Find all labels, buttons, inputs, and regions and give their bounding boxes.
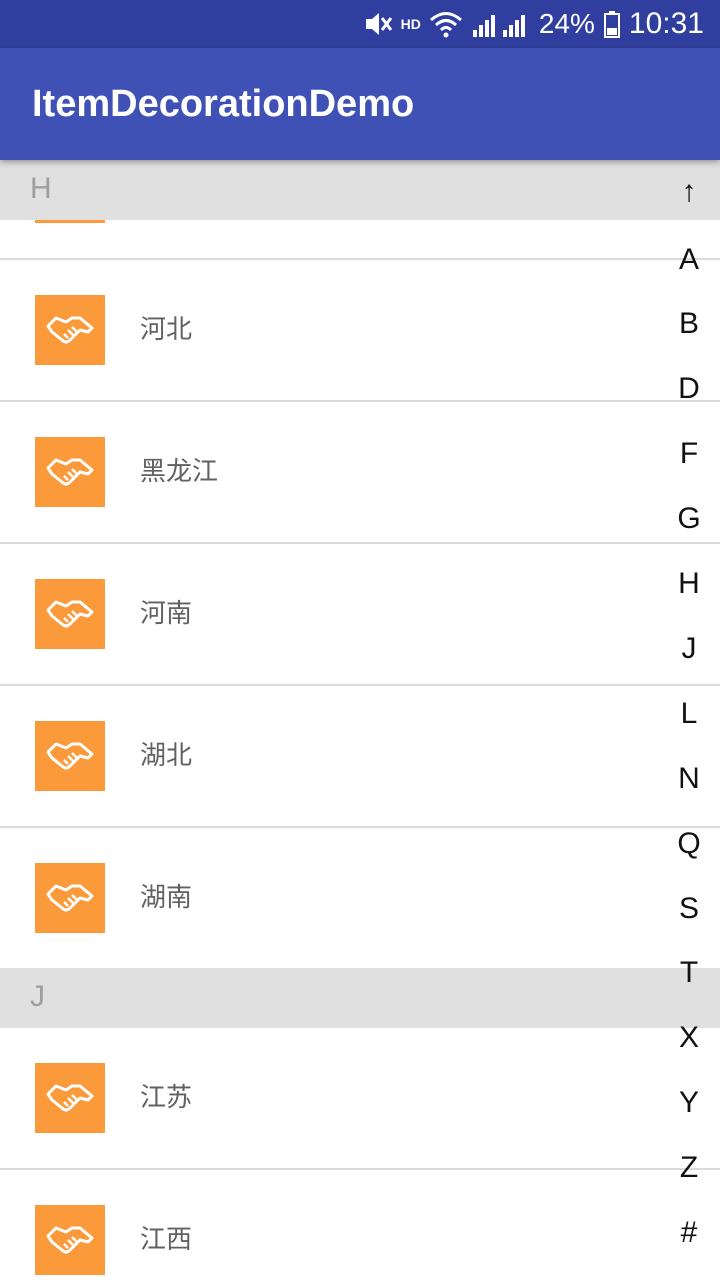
index-letter-z[interactable]: Z (672, 1150, 706, 1186)
province-name: 湖北 (140, 741, 193, 771)
section-letter: H (30, 172, 52, 205)
index-hash[interactable]: # (672, 1215, 706, 1251)
mute-icon (365, 13, 392, 35)
handshake-icon (35, 863, 105, 933)
section-letter: J (30, 980, 45, 1013)
battery-icon (603, 11, 620, 38)
index-letter-x[interactable]: X (672, 1020, 706, 1056)
index-letter-d[interactable]: D (672, 371, 706, 407)
index-up-arrow[interactable]: ↑ (672, 174, 706, 210)
list-item[interactable]: 湖南 (0, 828, 720, 970)
province-name: 河北 (140, 315, 193, 345)
wifi-icon (429, 12, 462, 38)
app-bar: ItemDecorationDemo (0, 48, 720, 160)
list-item[interactable]: 黑龙江 (0, 402, 720, 544)
index-letter-s[interactable]: S (672, 891, 706, 927)
province-name: 黑龙江 (140, 457, 219, 487)
index-letter-h[interactable]: H (672, 566, 706, 602)
handshake-icon (35, 721, 105, 791)
handshake-icon (35, 1063, 105, 1133)
index-letter-l[interactable]: L (672, 696, 706, 732)
status-icons: HD 24% 10:31 (363, 0, 704, 48)
handshake-icon (35, 1205, 105, 1275)
app-title: ItemDecorationDemo (32, 83, 415, 125)
index-letter-j[interactable]: J (672, 631, 706, 667)
index-letter-n[interactable]: N (672, 761, 706, 797)
list-item[interactable]: 湖北 (0, 686, 720, 828)
status-bar: HD 24% 10:31 (0, 0, 720, 48)
handshake-icon (35, 579, 105, 649)
battery-percent: 24% (538, 8, 595, 39)
province-name: 江苏 (140, 1083, 193, 1113)
handshake-icon (35, 437, 105, 507)
index-letter-g[interactable]: G (672, 501, 706, 537)
alphabet-index-bar[interactable]: ↑ A B D F G H J L N Q S T X Y Z # (672, 160, 720, 1280)
list-item[interactable]: 河南 (0, 544, 720, 686)
index-letter-f[interactable]: F (672, 436, 706, 472)
signal-icon (472, 15, 525, 37)
list-item[interactable]: 江苏 (0, 1028, 720, 1170)
section-header-h: H (0, 160, 720, 220)
index-letter-y[interactable]: Y (672, 1085, 706, 1121)
list-item[interactable]: 河北 (0, 260, 720, 402)
province-list[interactable]: H 河北 黑龙江 河南 湖北 湖南 J 江苏 江西 (0, 160, 720, 1280)
list-item[interactable]: 江西 (0, 1170, 720, 1280)
index-letter-b[interactable]: B (672, 306, 706, 342)
province-name: 湖南 (140, 883, 193, 913)
handshake-icon (35, 295, 105, 365)
index-letter-q[interactable]: Q (672, 826, 706, 862)
province-name: 河南 (140, 599, 193, 629)
index-letter-a[interactable]: A (672, 242, 706, 278)
clock: 10:31 (628, 7, 704, 40)
section-header-j: J (0, 968, 720, 1028)
index-letter-t[interactable]: T (672, 955, 706, 991)
province-name: 江西 (140, 1225, 193, 1255)
hd-indicator: HD (400, 16, 421, 32)
